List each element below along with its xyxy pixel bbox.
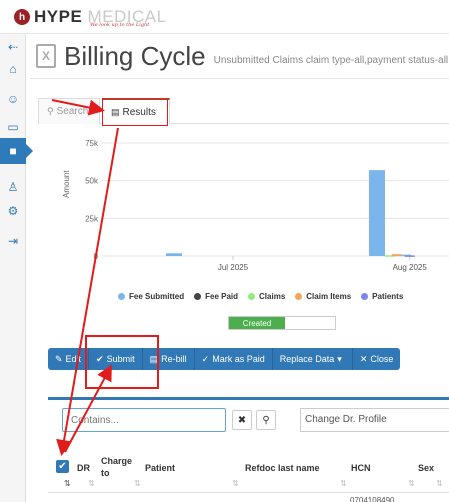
table-cell-hcn: 0704108490 [350, 496, 395, 502]
close-circle-icon: ✕ [359, 353, 368, 364]
sidebar-item-briefcase[interactable]: ■ [0, 138, 33, 164]
sidebar-item-sign-out[interactable]: ⇥ [0, 228, 26, 254]
x-tick-label: Aug 2025 [393, 263, 428, 272]
sort-icon[interactable]: ⇅ [88, 479, 95, 488]
check-circle-icon: ✓ [201, 353, 210, 364]
sort-icon[interactable]: ⇅ [340, 479, 347, 488]
contains-search-input[interactable] [62, 408, 226, 432]
sort-icon[interactable]: ⇅ [436, 479, 443, 488]
x-tick-label: Jul 2025 [218, 263, 249, 272]
legend-label: Claims [259, 291, 286, 301]
legend-marker [194, 292, 202, 300]
mark-as-paid-button[interactable]: ✓ Mark as Paid [194, 348, 273, 370]
column-header-dr[interactable]: DR [77, 462, 90, 474]
users-icon: ☺ [6, 92, 20, 106]
legend-item[interactable]: Fee Submitted [118, 290, 184, 302]
legend-marker [118, 292, 125, 300]
column-header-sex[interactable]: Sex [418, 462, 434, 474]
chart-bar [166, 253, 183, 256]
collapse-arrow-icon: ⇠ [7, 40, 19, 54]
annotation-highlight-results [102, 98, 168, 126]
button-label: Replace Data [279, 354, 335, 364]
sort-icon[interactable]: ⇅ [134, 479, 141, 488]
annotation-highlight-submit [85, 335, 159, 389]
legend-label: Claim Items [306, 291, 352, 301]
logo-mark: h [14, 9, 30, 25]
chart-legend: Fee Submitted Fee Paid Claims Claim Items Pa… [118, 290, 449, 302]
left-sidebar: ⇠ ⌂ ☺ ▭ ■ ♙ ⚙ ⇥ [0, 34, 33, 502]
y-tick-label: 75k [85, 139, 99, 148]
top-header: h HYPE MEDICAL We look up to the Light [0, 0, 449, 34]
billing-chart: 75k 50k 25k 0 Jul 2025 Aug 2025 [60, 132, 449, 282]
chart-y-axis-label: Amount [62, 170, 71, 198]
y-tick-label: 25k [85, 214, 99, 223]
button-label: Close [370, 354, 394, 364]
brand-name-part-1: HYPE [34, 7, 83, 26]
caret-down-icon: ▾ [337, 353, 342, 364]
sort-icon[interactable]: ⇅ [64, 479, 71, 488]
legend-marker [248, 292, 256, 300]
page-title: Billing Cycle [64, 40, 206, 71]
sort-icon[interactable]: ⇅ [232, 479, 239, 488]
edit-button[interactable]: ✎ Edit [48, 348, 90, 370]
button-label: Mark as Paid [212, 354, 265, 364]
grid-top-border [48, 397, 449, 400]
brand-tagline: We look up to the Light [90, 22, 150, 28]
user-group-icon: ♙ [7, 180, 19, 194]
sidebar-item-users[interactable]: ☺ [0, 86, 26, 112]
column-header-hcn[interactable]: HCN [351, 462, 371, 474]
sign-out-icon: ⇥ [7, 234, 19, 248]
chart-bar [404, 255, 415, 257]
legend-item[interactable]: Patients [361, 290, 403, 302]
change-dr-profile-select[interactable]: Change Dr. Profile [300, 408, 449, 432]
chart-bar [368, 170, 385, 256]
edit-icon: ✎ [55, 353, 63, 364]
sidebar-item-user-group[interactable]: ♙ [0, 174, 26, 200]
tab-bar: ⚲ Search ▤ Results [38, 98, 449, 125]
legend-marker [361, 292, 369, 300]
sidebar-item-book[interactable]: ▭ [0, 114, 26, 140]
close-circle-icon: ✖ [237, 414, 247, 426]
home-settings-icon: ⌂ [9, 62, 17, 76]
sort-icon[interactable]: ⇅ [408, 479, 415, 488]
check-icon: ✔ [58, 461, 67, 472]
y-tick-label: 50k [85, 177, 99, 186]
excel-icon: X [36, 44, 56, 68]
legend-item[interactable]: Fee Paid [194, 290, 238, 302]
chart-svg: 75k 50k 25k 0 Jul 2025 Aug 2025 [85, 139, 449, 272]
legend-label: Patients [372, 291, 404, 301]
table-header-divider [48, 492, 449, 493]
search-button[interactable]: ⚲ [256, 410, 276, 430]
button-label: Edit [65, 354, 82, 364]
y-tick-label: 0 [94, 252, 99, 261]
page-subtitle: Unsubmitted Claims claim type-all,paymen… [213, 54, 449, 66]
column-header-patient[interactable]: Patient [145, 462, 175, 474]
tab-search-label: Search [56, 106, 89, 117]
legend-label: Fee Paid [205, 291, 239, 301]
gear-icon: ⚙ [7, 204, 19, 218]
sidebar-item-home-settings[interactable]: ⌂ [0, 56, 26, 82]
column-header-refdoc[interactable]: Refdoc last name [245, 462, 320, 474]
created-toggle-label: Created [229, 317, 285, 329]
button-label: Re-bill [161, 354, 187, 364]
book-icon: ▭ [7, 120, 19, 134]
page-heading: X Billing Cycle Unsubmitted Claims claim… [36, 40, 448, 72]
legend-item[interactable]: Claims [248, 290, 285, 302]
legend-item[interactable]: Claim Items [295, 290, 351, 302]
divider [30, 78, 449, 79]
replace-data-button[interactable]: Replace Data ▾ [272, 348, 353, 370]
select-all-checkbox[interactable]: ✔ [56, 460, 69, 473]
search-icon: ⚲ [47, 106, 54, 116]
sidebar-item-gear[interactable]: ⚙ [0, 198, 26, 224]
briefcase-icon: ■ [9, 144, 17, 158]
chart-bar [391, 254, 402, 256]
close-button[interactable]: ✕ Close [352, 348, 401, 370]
legend-marker [295, 292, 303, 300]
legend-label: Fee Submitted [129, 291, 185, 301]
clear-filter-button[interactable]: ✖ [232, 410, 252, 430]
created-toggle[interactable]: Created [228, 316, 336, 330]
tab-search[interactable]: ⚲ Search [38, 98, 100, 124]
search-icon: ⚲ [262, 414, 270, 426]
column-header-charge-to[interactable]: Charge to [101, 455, 141, 479]
